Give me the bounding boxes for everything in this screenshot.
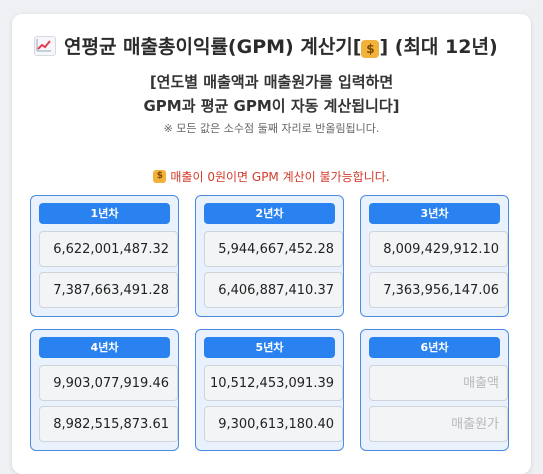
instructions: [연도별 매출액과 매출원가를 입력하면 GPM과 평균 GPM이 자동 계산됩… [12, 70, 531, 118]
year-label: 4년차 [39, 337, 170, 358]
cost-input[interactable] [369, 406, 508, 442]
revenue-input[interactable] [204, 231, 343, 267]
warning-message: $ 매출이 0원이면 GPM 계산이 불가능합니다. [12, 168, 531, 185]
year-label: 3년차 [369, 203, 500, 224]
rounding-note: ※ 모든 값은 소수점 둘째 자리로 반올림됩니다. [163, 122, 380, 135]
cost-input[interactable] [39, 406, 178, 442]
instructions-line-1: [연도별 매출액과 매출원가를 입력하면 [149, 73, 394, 91]
revenue-input[interactable] [369, 231, 508, 267]
year-card-6: 6년차 [360, 329, 509, 451]
year-card-4: 4년차 [30, 329, 179, 451]
calculator-card: 연평균 매출총이익률(GPM) 계산기[$] (최대 12년) [연도별 매출액… [12, 14, 531, 474]
year-card-1: 1년차 [30, 195, 179, 317]
year-label: 5년차 [204, 337, 335, 358]
cost-input[interactable] [369, 272, 508, 308]
warning-text: 매출이 0원이면 GPM 계산이 불가능합니다. [170, 170, 390, 184]
instructions-line-2: GPM과 평균 GPM이 자동 계산됩니다] [143, 97, 400, 115]
cost-input[interactable] [39, 272, 178, 308]
year-card-3: 3년차 [360, 195, 509, 317]
cost-input[interactable] [204, 272, 343, 308]
year-label: 6년차 [369, 337, 500, 358]
chart-increasing-icon [34, 35, 56, 56]
revenue-input[interactable] [39, 231, 178, 267]
year-card-2: 2년차 [195, 195, 344, 317]
title-text-prefix: 연평균 매출총이익률(GPM) 계산기[ [64, 36, 362, 58]
year-grid: 1년차 2년차 3년차 4년차 5년차 6년차 [30, 195, 509, 451]
page-title: 연평균 매출총이익률(GPM) 계산기[$] (최대 12년) [34, 32, 498, 59]
title-text-suffix: ] (최대 12년) [379, 36, 498, 58]
year-card-5: 5년차 [195, 329, 344, 451]
cost-input[interactable] [204, 406, 343, 442]
revenue-input[interactable] [369, 365, 508, 401]
revenue-input[interactable] [39, 365, 178, 401]
revenue-input[interactable] [204, 365, 343, 401]
year-label: 2년차 [204, 203, 335, 224]
year-label: 1년차 [39, 203, 170, 224]
money-bag-icon: $ [153, 170, 167, 183]
money-bag-icon: $ [361, 40, 380, 58]
